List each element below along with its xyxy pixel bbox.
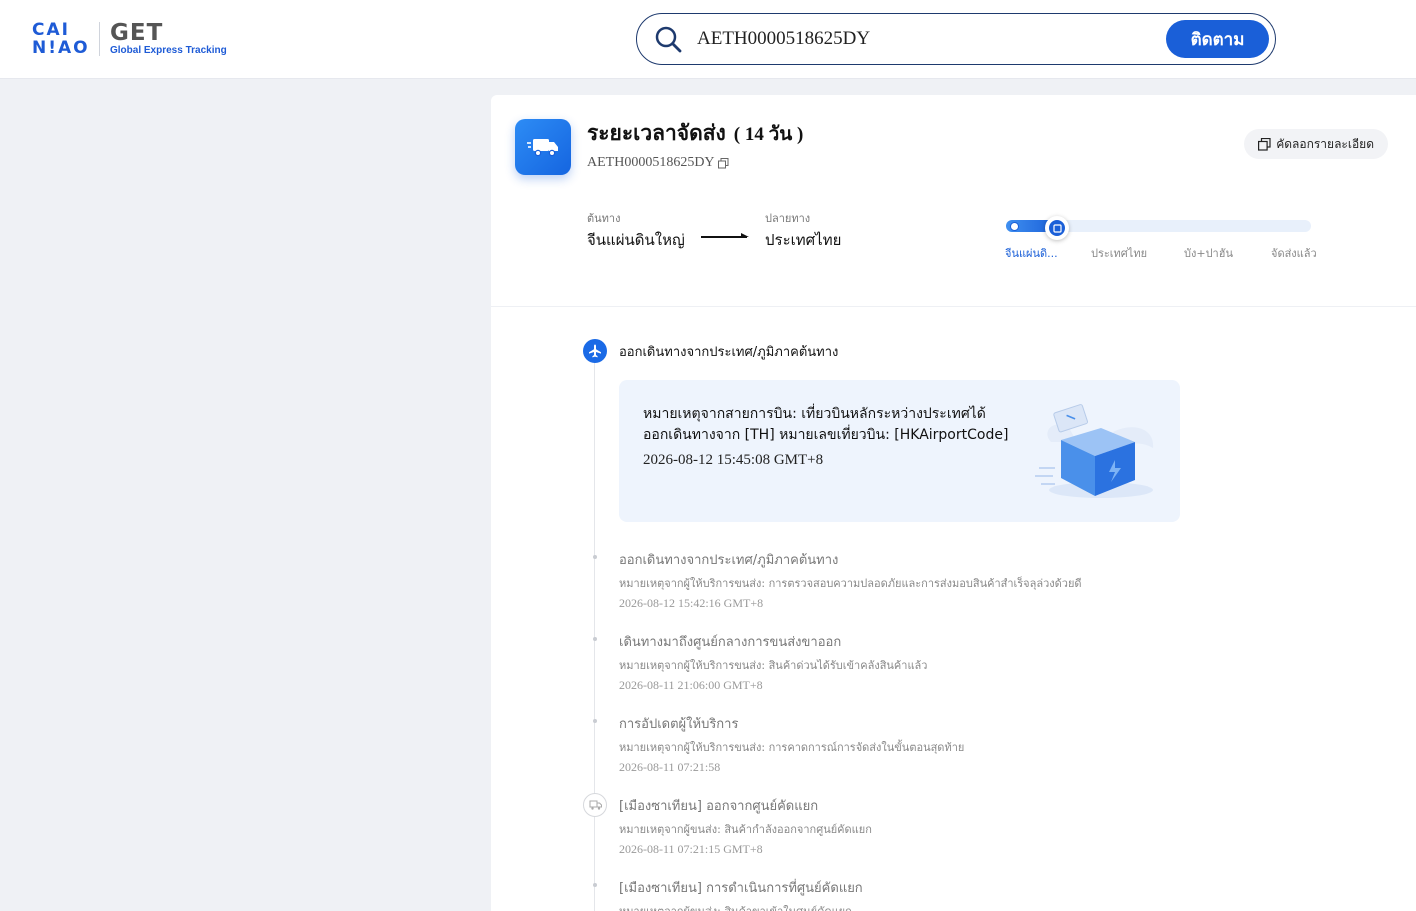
event-note: หมายเหตุจากผู้ให้บริการขนส่ง: สินค้าด่วน…: [619, 659, 928, 672]
copy-icon: [1258, 137, 1271, 151]
origin-label: ต้นทาง: [587, 212, 621, 225]
tracking-search-bar: ติดตาม: [636, 13, 1276, 65]
stage-customs: บัง+ปาฮัน: [1184, 247, 1233, 260]
timeline-event: เดินทางมาถึงศูนย์กลางการขนส่งขาออก หมายเ…: [619, 631, 1239, 693]
delivery-duration-title: ระยะเวลาจัดส่ง ( 14 วัน ): [587, 117, 803, 150]
latest-event-description: หมายเหตุจากสายการบิน: เที่ยวบินหลักระหว่…: [643, 404, 1043, 446]
shipment-summary: ระยะเวลาจัดส่ง ( 14 วัน ) AETH0000518625D…: [491, 95, 1416, 307]
timeline-dot: [593, 883, 597, 887]
delivery-truck-icon: [515, 119, 571, 175]
progress-start-dot: [1010, 222, 1019, 231]
event-time: 2026-08-11 07:21:15 GMT+8: [619, 842, 763, 856]
event-time: 2026-08-11 07:21:58: [619, 760, 721, 774]
stage-destination-country: ประเทศไทย: [1091, 247, 1148, 260]
logo-divider: [99, 22, 100, 56]
tracking-number-input[interactable]: [697, 24, 1157, 54]
destination-value: ประเทศไทย: [765, 231, 842, 249]
logo-subtitle: Global Express Tracking: [110, 45, 227, 56]
box-icon: [1052, 223, 1062, 233]
event-title: [เมืองซาเทียน] การดำเนินการที่ศูนย์คัดแย…: [619, 881, 863, 896]
event-title: [เมืองซาเทียน] ออกจากศูนย์คัดแยก: [619, 799, 819, 814]
progress-current-marker: [1045, 216, 1069, 240]
airplane-icon: [583, 339, 607, 363]
svg-text:CAI: CAI: [32, 20, 70, 40]
timeline-event: [เมืองซาเทียน] ออกจากศูนย์คัดแยก หมายเหต…: [619, 795, 1239, 857]
event-note: หมายเหตุจากผู้ให้บริการขนส่ง: การตรวจสอบ…: [619, 577, 1082, 590]
latest-event-time: 2026-08-12 15:45:08 GMT+8: [643, 452, 824, 468]
cainiao-get-logo[interactable]: CAI N!AO GET Global Express Tracking: [32, 20, 227, 60]
event-time: 2026-08-11 21:06:00 GMT+8: [619, 678, 763, 692]
latest-event-card: หมายเหตุจากสายการบิน: เที่ยวบินหลักระหว่…: [619, 380, 1180, 522]
event-title: ออกเดินทางจากประเทศ/ภูมิภาคต้นทาง: [619, 553, 839, 568]
search-icon: [655, 26, 682, 53]
event-note: หมายเหตุจากผู้ขนส่ง: สินค้ากำลังออกจากศู…: [619, 823, 872, 836]
logo-get-text: GET: [110, 20, 164, 46]
timeline-event: การอัปเดตผู้ให้บริการ หมายเหตุจากผู้ให้บ…: [619, 713, 1239, 775]
svg-text:N!AO: N!AO: [32, 38, 90, 56]
route-arrow-icon: [701, 233, 749, 238]
copy-details-button[interactable]: คัดลอกรายละเอียด: [1244, 129, 1388, 159]
timeline-dot: [593, 555, 597, 559]
timeline-event: [เมืองซาเทียน] การดำเนินการที่ศูนย์คัดแย…: [619, 877, 1239, 911]
event-time: 2026-08-12 15:42:16 GMT+8: [619, 596, 764, 610]
truck-icon: [583, 793, 607, 817]
tracking-number-row: AETH0000518625DY: [587, 155, 729, 171]
event-title: เดินทางมาถึงศูนย์กลางการขนส่งขาออก: [619, 635, 842, 650]
top-header: CAI N!AO GET Global Express Tracking ติด…: [0, 0, 1416, 79]
event-note: หมายเหตุจากผู้ให้บริการขนส่ง: การคาดการณ…: [619, 741, 965, 754]
latest-event-desc-line2: ออกเดินทางจาก [TH] หมายเลขเที่ยวบิน: [HK…: [643, 427, 1009, 443]
tracking-number: AETH0000518625DY: [587, 155, 715, 170]
duration-days: ( 14 วัน ): [733, 124, 804, 145]
event-title: การอัปเดตผู้ให้บริการ: [619, 717, 739, 732]
duration-label: ระยะเวลาจัดส่ง: [587, 121, 726, 145]
timeline-line: [594, 353, 595, 911]
destination-label: ปลายทาง: [765, 212, 811, 225]
tracking-result-card: ระยะเวลาจัดส่ง ( 14 วัน ) AETH0000518625D…: [491, 95, 1416, 911]
timeline-event: ออกเดินทางจากประเทศ/ภูมิภาคต้นทาง หมายเห…: [619, 549, 1239, 611]
track-button[interactable]: ติดตาม: [1166, 20, 1269, 58]
timeline-dot: [593, 719, 597, 723]
origin-value: จีนแผ่นดินใหญ่: [587, 231, 685, 249]
cainiao-wordmark: CAI N!AO: [32, 20, 92, 59]
timeline-dot: [593, 637, 597, 641]
latest-event-title: ออกเดินทางจากประเทศ/ภูมิภาคต้นทาง: [619, 345, 839, 360]
copy-details-label: คัดลอกรายละเอียด: [1276, 136, 1374, 151]
stage-delivered: จัดส่งแล้ว: [1271, 247, 1317, 260]
latest-event-desc-line1: หมายเหตุจากสายการบิน: เที่ยวบินหลักระหว่…: [643, 406, 986, 422]
parcel-illustration: [1035, 404, 1154, 498]
copy-icon[interactable]: [717, 157, 729, 169]
stage-origin: จีนแผ่นดิ...: [1005, 247, 1058, 260]
event-note: หมายเหตุจากผู้ขนส่ง: สินค้าขาเข้าในศูนย์…: [619, 902, 1239, 911]
